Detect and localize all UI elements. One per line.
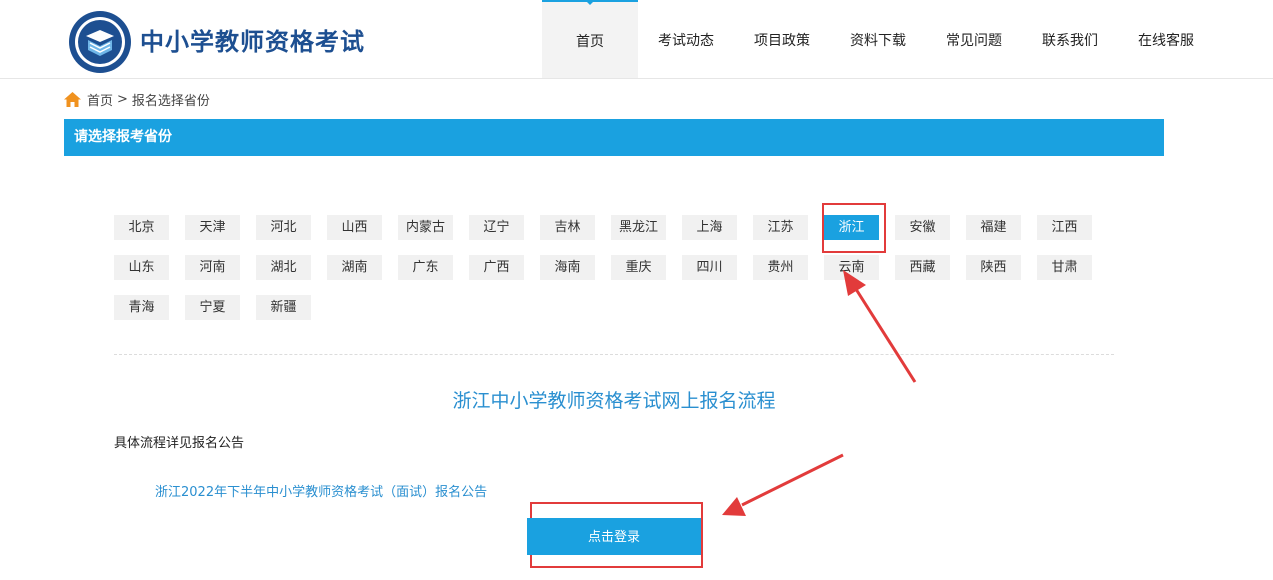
nav-downloads[interactable]: 资料下载 bbox=[830, 0, 926, 78]
breadcrumb-home-link[interactable]: 首页 bbox=[87, 90, 113, 109]
nav-policy[interactable]: 项目政策 bbox=[734, 0, 830, 78]
province-button[interactable]: 重庆 bbox=[611, 255, 666, 280]
province-button[interactable]: 四川 bbox=[682, 255, 737, 280]
breadcrumb-separator: > bbox=[117, 91, 128, 107]
breadcrumb: 首页 > 报名选择省份 bbox=[64, 89, 210, 109]
registration-notice-link[interactable]: 浙江2022年下半年中小学教师资格考试（面试）报名公告 bbox=[155, 481, 487, 500]
province-button[interactable]: 江西 bbox=[1037, 215, 1092, 240]
nav-faq[interactable]: 常见问题 bbox=[926, 0, 1022, 78]
province-button[interactable]: 北京 bbox=[114, 215, 169, 240]
province-button[interactable]: 江苏 bbox=[753, 215, 808, 240]
province-button[interactable]: 福建 bbox=[966, 215, 1021, 240]
province-button[interactable]: 吉林 bbox=[540, 215, 595, 240]
province-button[interactable]: 甘肃 bbox=[1037, 255, 1092, 280]
site-title[interactable]: 中小学教师资格考试 bbox=[140, 22, 365, 57]
nav-contact[interactable]: 联系我们 bbox=[1022, 0, 1118, 78]
province-button[interactable]: 浙江 bbox=[824, 215, 879, 240]
section-title-bar: 请选择报考省份 bbox=[64, 119, 1164, 156]
province-button[interactable]: 湖南 bbox=[327, 255, 382, 280]
province-button[interactable]: 贵州 bbox=[753, 255, 808, 280]
province-button[interactable]: 宁夏 bbox=[185, 295, 240, 320]
province-button[interactable]: 青海 bbox=[114, 295, 169, 320]
province-button[interactable]: 西藏 bbox=[895, 255, 950, 280]
province-button[interactable]: 陕西 bbox=[966, 255, 1021, 280]
province-button[interactable]: 河南 bbox=[185, 255, 240, 280]
province-button[interactable]: 上海 bbox=[682, 215, 737, 240]
site-header: 中小学教师资格考试 首页 考试动态 项目政策 资料下载 常见问题 联系我们 在线… bbox=[0, 0, 1273, 79]
nav-exam-news[interactable]: 考试动态 bbox=[638, 0, 734, 78]
province-button[interactable]: 河北 bbox=[256, 215, 311, 240]
content-divider bbox=[114, 354, 1114, 355]
province-button[interactable]: 广西 bbox=[469, 255, 524, 280]
province-button[interactable]: 海南 bbox=[540, 255, 595, 280]
province-row: 山东 河南 湖北 湖南 广东 广西 海南 重庆 四川 贵州 云南 西藏 陕西 甘肃 bbox=[114, 255, 1114, 295]
nav-online-service[interactable]: 在线客服 bbox=[1118, 0, 1214, 78]
flow-title: 浙江中小学教师资格考试网上报名流程 bbox=[452, 390, 776, 412]
annotation-arrow-to-login bbox=[722, 453, 844, 516]
province-button[interactable]: 山东 bbox=[114, 255, 169, 280]
province-button[interactable]: 黑龙江 bbox=[611, 215, 666, 240]
province-button[interactable]: 云南 bbox=[824, 255, 879, 280]
login-button[interactable]: 点击登录 bbox=[527, 518, 701, 555]
province-button[interactable]: 新疆 bbox=[256, 295, 311, 320]
province-button[interactable]: 湖北 bbox=[256, 255, 311, 280]
province-button[interactable]: 山西 bbox=[327, 215, 382, 240]
detail-text: 具体流程详见报名公告 bbox=[114, 436, 245, 451]
province-button[interactable]: 内蒙古 bbox=[398, 215, 453, 240]
teacher-certification-logo[interactable] bbox=[68, 10, 132, 74]
province-row: 北京 天津 河北 山西 内蒙古 辽宁 吉林 黑龙江 上海 江苏 浙江 安徽 福建 江西 bbox=[114, 215, 1114, 255]
nav-home[interactable]: 首页 bbox=[542, 0, 638, 78]
province-row: 青海 宁夏 新疆 bbox=[114, 295, 1114, 335]
province-button[interactable]: 辽宁 bbox=[469, 215, 524, 240]
province-button[interactable]: 安徽 bbox=[895, 215, 950, 240]
breadcrumb-current: 报名选择省份 bbox=[131, 93, 210, 109]
province-button[interactable]: 天津 bbox=[185, 215, 240, 240]
province-grid: 北京 天津 河北 山西 内蒙古 辽宁 吉林 黑龙江 上海 江苏 浙江 安徽 福建 江西 山东 河南 湖北 湖南广… bbox=[114, 215, 1114, 335]
main-nav: 首页 考试动态 项目政策 资料下载 常见问题 联系我们 在线客服 bbox=[542, 0, 1214, 78]
home-icon bbox=[64, 91, 81, 107]
province-button[interactable]: 广东 bbox=[398, 255, 453, 280]
